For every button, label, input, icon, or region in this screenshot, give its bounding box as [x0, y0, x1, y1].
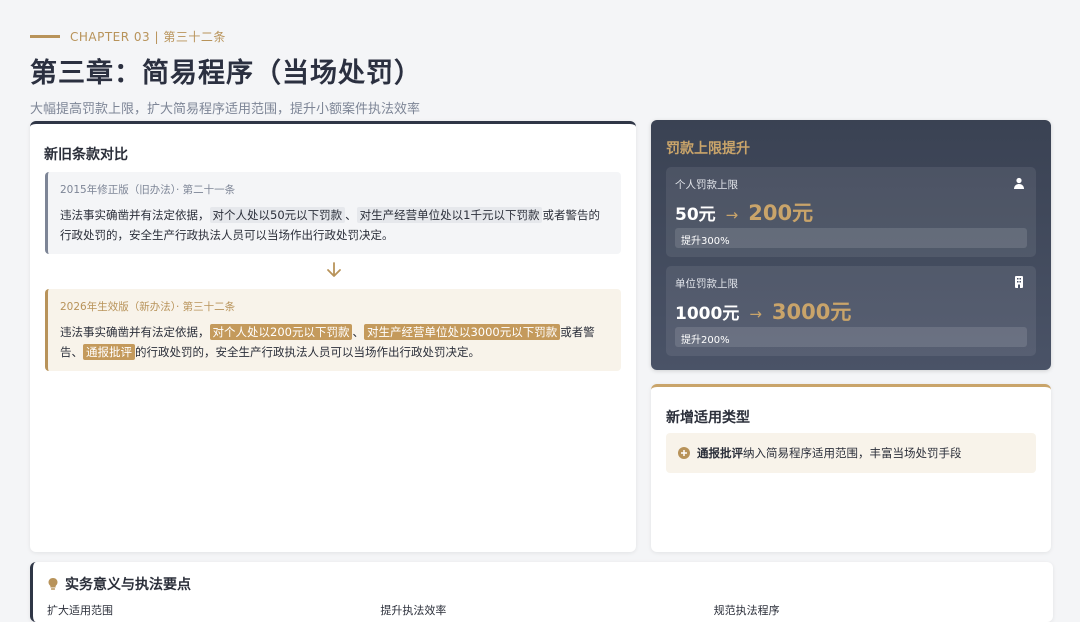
new-types-card: 新增适用类型 通报批评纳入简易程序适用范围，丰富当场处罚手段	[651, 384, 1051, 552]
new-highlight-personal: 对个人处以200元以下罚款	[209, 324, 353, 340]
practice-columns: 扩大适用范围 提升执法效率 规范执法程序	[47, 602, 1047, 618]
type-item: 通报批评纳入简易程序适用范围，丰富当场处罚手段	[666, 433, 1036, 473]
company-fine-label: 单位罚款上限	[675, 278, 738, 290]
personal-fine-box: 个人罚款上限 50元 → 200元 提升300%	[666, 167, 1036, 257]
chapter-label: CHAPTER 03 | 第三十二条	[70, 30, 226, 44]
page-title: 第三章：简易程序（当场处罚）	[30, 58, 422, 89]
company-fine-values: 1000元 → 3000元	[675, 296, 851, 326]
user-icon	[1014, 177, 1024, 189]
clause-comparison-card: 新旧条款对比 2015年修正版（旧办法）· 第二十一条 违法事实确凿并有法定依据…	[30, 121, 636, 552]
practice-col-3: 规范执法程序	[713, 604, 780, 617]
new-highlight-notice: 通报批评	[83, 344, 135, 360]
chapter-row: CHAPTER 03 | 第三十二条	[30, 28, 1050, 45]
page-header: CHAPTER 03 | 第三十二条 第三章：简易程序（当场处罚） 大幅提高罚款…	[30, 28, 1050, 117]
new-highlight-company: 对生产经营单位处以3000元以下罚款	[363, 324, 561, 340]
new-text-part: 违法事实确凿并有法定依据，	[60, 325, 210, 339]
personal-increase-bar: 提升300%	[675, 228, 1027, 248]
company-increase-bar: 提升200%	[675, 327, 1027, 347]
old-text-part: 、	[345, 208, 357, 222]
new-clause: 2026年生效版（新办法）· 第三十二条 违法事实确凿并有法定依据， 对个人处以2…	[45, 289, 621, 371]
building-icon	[1015, 276, 1023, 288]
old-clause: 2015年修正版（旧办法）· 第二十一条 违法事实确凿并有法定依据， 对个人处以5…	[45, 172, 621, 254]
personal-fine-values: 50元 → 200元	[675, 197, 813, 227]
new-clause-text: 违法事实确凿并有法定依据， 对个人处以200元以下罚款、对生产经营单位处以3000…	[60, 322, 609, 362]
company-old-value: 1000元	[675, 304, 740, 324]
company-fine-box: 单位罚款上限 1000元 → 3000元 提升200%	[666, 266, 1036, 356]
lightbulb-icon	[48, 578, 58, 590]
arrow-right-icon: →	[749, 305, 762, 323]
fine-title: 罚款上限提升	[666, 141, 750, 157]
personal-fine-label: 个人罚款上限	[675, 179, 738, 191]
comparison-title: 新旧条款对比	[44, 147, 128, 163]
arrow-right-icon: →	[725, 206, 739, 224]
new-text-part: 的行政处罚的，安全生产行政执法人员可以当场作出行政处罚决定。	[135, 345, 480, 359]
type-item-strong: 通报批评	[697, 446, 743, 460]
practice-col-2: 提升执法效率	[380, 604, 447, 617]
old-text-part: 违法事实确凿并有法定依据，	[60, 208, 210, 222]
new-clause-label: 2026年生效版（新办法）· 第三十二条	[60, 301, 236, 313]
fine-increase-card: 罚款上限提升 个人罚款上限 50元 → 200元 提升300% 单位罚款上限 1…	[651, 120, 1051, 370]
new-text-part: 、	[352, 325, 364, 339]
practice-card: 实务意义与执法要点 扩大适用范围 提升执法效率 规范执法程序	[30, 562, 1053, 622]
company-new-value: 3000元	[771, 300, 852, 324]
old-clause-text: 违法事实确凿并有法定依据， 对个人处以50元以下罚款、对生产经营单位处以1千元以下…	[60, 205, 609, 245]
old-highlight-company: 对生产经营单位处以1千元以下罚款	[356, 207, 543, 223]
arrow-down-icon	[327, 262, 341, 277]
practice-header: 实务意义与执法要点	[47, 574, 191, 594]
page-subtitle: 大幅提高罚款上限，扩大简易程序适用范围，提升小额案件执法效率	[30, 102, 421, 117]
company-increase-text: 提升200%	[681, 335, 730, 346]
practice-title: 实务意义与执法要点	[65, 577, 191, 593]
plus-circle-icon	[678, 447, 690, 459]
types-title: 新增适用类型	[666, 410, 750, 426]
practice-col-1: 扩大适用范围	[47, 604, 113, 617]
type-item-text: 纳入简易程序适用范围，丰富当场处罚手段	[743, 446, 962, 460]
chapter-divider	[30, 35, 60, 38]
personal-new-value: 200元	[748, 201, 814, 225]
personal-old-value: 50元	[675, 205, 716, 225]
old-highlight-personal: 对个人处以50元以下罚款	[209, 207, 346, 223]
old-clause-label: 2015年修正版（旧办法）· 第二十一条	[60, 184, 236, 196]
personal-increase-text: 提升300%	[681, 236, 730, 247]
